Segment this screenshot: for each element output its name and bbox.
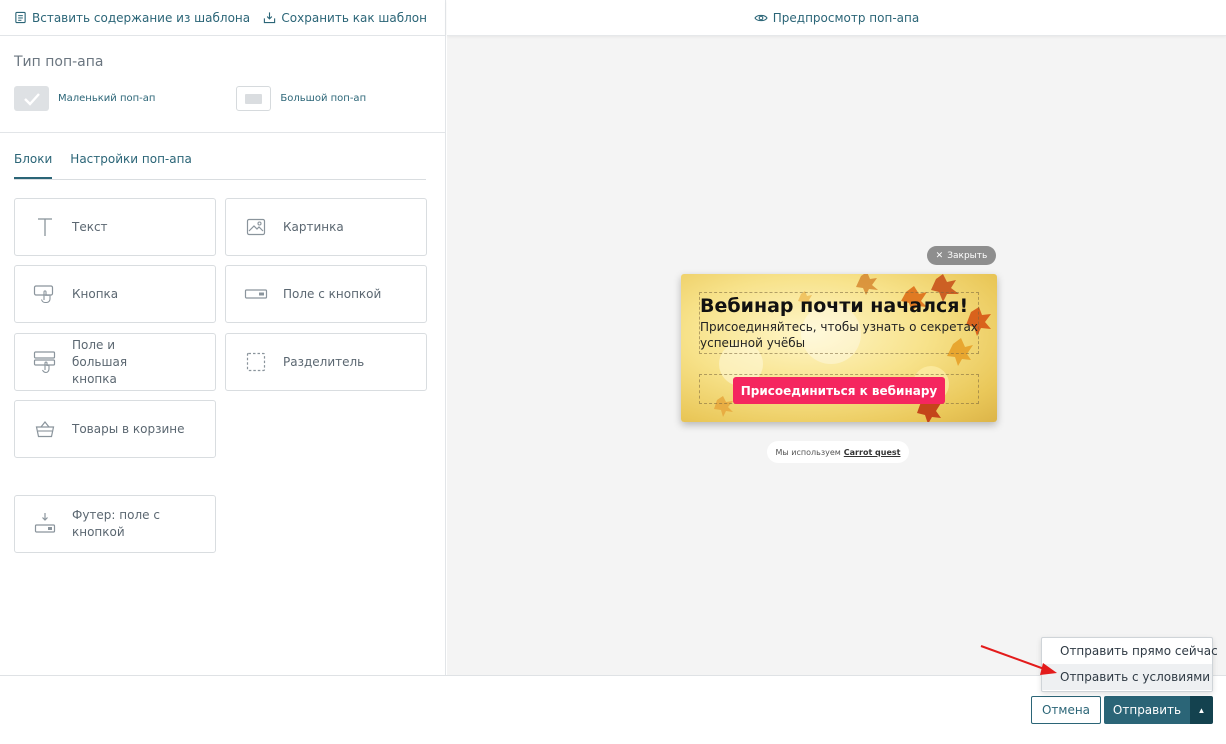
block-label: Разделитель [283,354,365,369]
block-label: Поле с кнопкой [283,286,382,301]
block-field-big-button[interactable]: Поле и большая кнопка [14,333,216,391]
caret-up-icon: ▲ [1197,705,1206,715]
save-template-button[interactable]: Сохранить как шаблон [263,11,427,25]
block-divider[interactable]: Разделитель [225,333,427,391]
popup-close-button[interactable]: ✕ Закрыть [927,246,996,265]
menu-item-send-with-conditions[interactable]: Отправить с условиями [1042,664,1212,690]
popup-preview: Вебинар почти начался! Присоединяйтесь, … [681,274,997,422]
popup-button-block[interactable]: Присоединиться к вебинару [699,374,979,404]
block-label: Картинка [283,219,344,234]
save-template-label: Сохранить как шаблон [281,10,427,25]
popup-type-small[interactable]: Маленький поп-ап [14,86,155,111]
popup-text-block[interactable]: Вебинар почти начался! Присоединяйтесь, … [699,292,979,354]
insert-template-button[interactable]: Вставить содержание из шаблона [14,11,250,25]
preview-area: Предпросмотр поп-апа ✕ Закрыть Вебинар п… [447,0,1226,676]
tab-blocks[interactable]: Блоки [14,152,53,179]
block-label: Кнопка [72,286,119,301]
close-icon: ✕ [935,250,944,261]
eye-icon [754,14,768,21]
large-popup-checkbox[interactable] [236,86,272,111]
template-toolbar: Вставить содержание из шаблона Сохранить… [0,0,445,36]
editor-tabs: Блоки Настройки поп-апа [14,152,426,180]
small-popup-label: Маленький поп-ап [58,93,156,104]
block-field-button[interactable]: Поле с кнопкой [225,265,427,323]
template-doc-icon [15,11,26,24]
large-popup-label: Большой поп-ап [280,93,367,104]
popup-type-section: Тип поп-апа Маленький поп-ап Большой поп… [0,36,445,133]
popup-title: Вебинар почти начался! [700,295,969,317]
preview-header[interactable]: Предпросмотр поп-апа [447,0,1226,36]
block-basket-items[interactable]: Товары в корзине [14,400,216,458]
divider-icon [242,350,270,374]
send-button[interactable]: Отправить [1104,696,1190,724]
button-icon [31,282,59,306]
block-label: Текст [72,219,108,234]
menu-item-send-now[interactable]: Отправить прямо сейчас [1042,638,1218,664]
block-label: Поле и большая кнопка [72,337,128,386]
popup-subtitle: Присоединяйтесь, чтобы узнать о секретах… [700,320,978,350]
send-options-menu: Отправить прямо сейчас Отправить с услов… [1041,637,1218,692]
large-popup-preview-icon [245,93,263,104]
block-text[interactable]: Текст [14,198,216,256]
save-tray-icon [264,12,276,24]
popup-type-large[interactable]: Большой поп-ап [236,86,366,111]
popup-type-title: Тип поп-апа [14,54,104,70]
field-big-button-icon [31,350,59,374]
credit-brand-link[interactable]: Carrot quest [844,448,901,457]
preview-label: Предпросмотр поп-апа [772,10,920,25]
field-button-icon [242,282,270,306]
block-footer-field[interactable]: Футер: поле с кнопкой [14,495,216,553]
checkmark-icon [23,92,40,106]
image-icon [242,215,270,239]
block-button[interactable]: Кнопка [14,265,216,323]
block-image[interactable]: Картинка [225,198,427,256]
footer-field-icon [31,512,59,536]
insert-template-label: Вставить содержание из шаблона [32,10,251,25]
tab-popup-settings[interactable]: Настройки поп-апа [70,152,192,179]
small-popup-checkbox[interactable] [14,86,49,111]
block-label: Товары в корзине [72,421,185,436]
join-webinar-button[interactable]: Присоединиться к вебинару [733,377,945,404]
basket-icon [31,417,59,441]
block-label: Футер: поле с кнопкой [72,508,160,539]
credit-prefix: Мы используем [775,447,841,457]
powered-by-badge: Мы используем Carrot quest [767,441,909,463]
text-icon [31,215,59,239]
editor-panel: Вставить содержание из шаблона Сохранить… [0,0,446,676]
cancel-button[interactable]: Отмена [1031,696,1101,724]
close-label: Закрыть [947,250,988,261]
send-options-toggle[interactable]: ▲ [1190,696,1213,724]
